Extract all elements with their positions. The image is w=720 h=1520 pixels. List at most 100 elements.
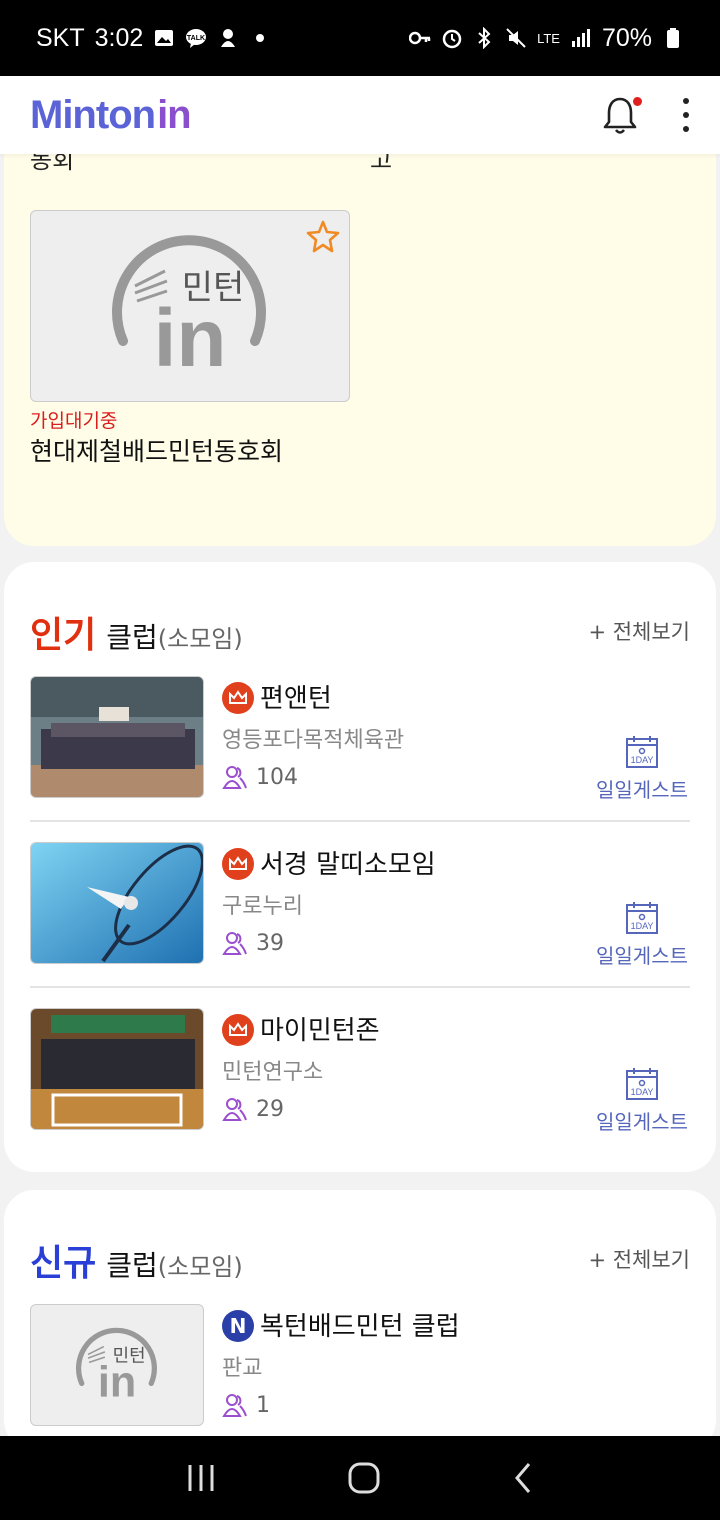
membership-status: 가입대기중: [30, 410, 118, 432]
carrier-label: SKT: [36, 23, 85, 52]
alarm-icon: [442, 29, 462, 49]
popular-clubs-section: 인기 클럽 (소모임) + 전체보기 편앤턴 영등포다목적체육관 104 1DA…: [4, 562, 716, 1172]
members-icon: [222, 766, 247, 789]
more-menu-button[interactable]: [682, 98, 690, 132]
member-count: 104: [222, 764, 298, 790]
battery-icon: [667, 28, 679, 48]
logo-text: Minton: [30, 92, 156, 137]
calendar-1day-icon: 1DAY: [626, 1068, 658, 1100]
club-location: 민턴연구소: [222, 1060, 324, 1085]
crown-badge-icon: [222, 848, 254, 880]
crown-badge-icon: [222, 682, 254, 714]
more-notifications-dot-icon: [256, 34, 265, 42]
back-icon[interactable]: [511, 1461, 535, 1495]
member-count: 1: [222, 1392, 270, 1418]
shuttlecock-racket-photo: [31, 843, 203, 963]
battery-percent: 70%: [601, 23, 652, 52]
list-divider: [30, 986, 690, 988]
see-all-new-link[interactable]: + 전체보기: [588, 1244, 690, 1274]
club-name: 서경 말띠소모임: [260, 850, 436, 880]
kebab-dot: [683, 126, 689, 132]
section-accent: 인기: [30, 615, 97, 656]
member-count-value: 29: [256, 1096, 284, 1122]
members-icon: [222, 1098, 247, 1121]
status-bar: SKT 3:02 TALK LTE 70%: [0, 0, 720, 76]
group-photo-club: [31, 1009, 203, 1129]
list-divider: [30, 820, 690, 822]
club-list-item[interactable]: 마이민턴존 민턴연구소 29 1DAY 일일게스트: [30, 1008, 690, 1174]
new-badge-letter: N: [229, 1314, 247, 1338]
signal-icon: [571, 29, 590, 47]
club-location: 구로누리: [222, 894, 303, 919]
home-icon[interactable]: [347, 1461, 381, 1495]
section-accent: 신규: [30, 1243, 97, 1284]
my-club-name[interactable]: 현대제철배드민턴동호회: [30, 432, 283, 468]
member-count-value: 1: [256, 1392, 270, 1418]
club-name: 복턴배드민턴 클럽: [260, 1312, 460, 1342]
network-type: LTE: [537, 30, 560, 46]
group-photo-gym: [31, 677, 203, 797]
club-photo: [30, 842, 204, 964]
one-day-guest-label: 일일게스트: [596, 944, 688, 968]
kakaotalk-icon: TALK: [186, 29, 207, 48]
notification-app-icon: [221, 29, 236, 47]
app-bar: Minton in: [0, 76, 720, 154]
clock: 3:02: [94, 23, 144, 52]
club-location: 판교: [222, 1356, 263, 1381]
my-club-thumbnail[interactable]: 민턴 in: [30, 210, 350, 402]
logo-in-text: in: [157, 92, 192, 137]
one-day-guest-label: 일일게스트: [596, 1110, 688, 1134]
club-name: 마이민턴존: [260, 1016, 380, 1046]
recent-apps-icon[interactable]: [185, 1463, 217, 1493]
mute-icon: [506, 28, 526, 48]
club-list-item[interactable]: 서경 말띠소모임 구로누리 39 1DAY 일일게스트: [30, 842, 690, 1008]
section-heading: 인기 클럽 (소모임): [30, 606, 243, 658]
member-count: 39: [222, 930, 284, 956]
kebab-dot: [683, 98, 689, 104]
section-heading: 신규 클럽 (소모임): [30, 1234, 243, 1286]
members-icon: [222, 1394, 247, 1417]
section-title: 클럽: [106, 1249, 158, 1282]
member-count-value: 39: [256, 930, 284, 956]
mintonin-placeholder-logo: 민턴 in: [75, 1327, 157, 1406]
mintonin-placeholder-logo: 민턴 in: [112, 235, 266, 381]
svg-text:1DAY: 1DAY: [631, 755, 654, 765]
club-photo: [30, 1008, 204, 1130]
svg-text:TALK: TALK: [187, 35, 205, 42]
calendar-1day-icon: 1DAY: [626, 902, 658, 934]
svg-text:1DAY: 1DAY: [631, 921, 654, 931]
club-name: 편앤턴: [260, 684, 332, 714]
kebab-dot: [683, 112, 689, 118]
section-subtitle: (소모임): [157, 1253, 243, 1281]
members-icon: [222, 932, 247, 955]
notification-button[interactable]: [602, 95, 642, 135]
one-day-guest-label: 일일게스트: [596, 778, 688, 802]
svg-text:1DAY: 1DAY: [631, 1087, 654, 1097]
favorite-star-icon[interactable]: [305, 219, 341, 255]
section-title: 클럽: [106, 621, 158, 654]
svg-text:in: in: [154, 293, 227, 381]
system-navigation-bar: [0, 1436, 720, 1520]
section-subtitle: (소모임): [157, 625, 243, 653]
one-day-guest-button[interactable]: 1DAY 일일게스트: [594, 1066, 690, 1135]
app-logo[interactable]: Minton in: [30, 92, 192, 138]
new-clubs-section: 신규 클럽 (소모임) + 전체보기 민턴 in N 복턴배드민턴 클럽 판교 …: [4, 1190, 716, 1450]
club-list-item[interactable]: 편앤턴 영등포다목적체육관 104 1DAY 일일게스트: [30, 676, 690, 842]
one-day-guest-button[interactable]: 1DAY 일일게스트: [594, 900, 690, 969]
club-location: 영등포다목적체육관: [222, 728, 405, 753]
member-count-value: 104: [256, 764, 298, 790]
key-icon: [409, 31, 431, 45]
new-badge-icon: N: [222, 1310, 254, 1342]
bluetooth-icon: [478, 27, 491, 49]
cutoff-club-name-left: 동회: [30, 154, 75, 174]
see-all-popular-link[interactable]: + 전체보기: [588, 616, 690, 646]
calendar-1day-icon: 1DAY: [626, 736, 658, 768]
my-clubs-panel: 동회 고 민턴 in 가입대기중 현대제철배드민턴동호회: [4, 154, 716, 546]
club-photo: [30, 676, 204, 798]
svg-text:in: in: [98, 1359, 136, 1406]
gallery-icon: [155, 30, 174, 46]
one-day-guest-button[interactable]: 1DAY 일일게스트: [594, 734, 690, 803]
notification-dot: [633, 97, 642, 106]
cutoff-club-name-right: 고: [370, 154, 393, 174]
member-count: 29: [222, 1096, 284, 1122]
